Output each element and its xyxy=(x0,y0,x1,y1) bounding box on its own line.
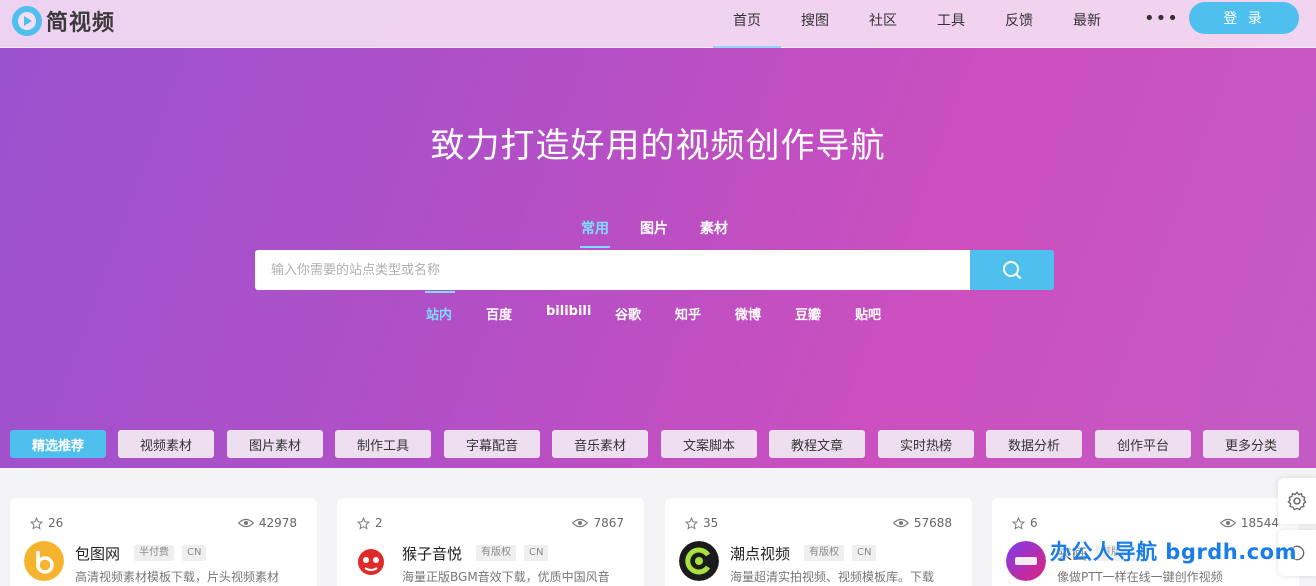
tag-badge: CN xyxy=(182,545,207,561)
favorite-count[interactable]: 2 xyxy=(357,516,383,530)
eye-icon xyxy=(572,518,589,528)
view-count: 18544 xyxy=(1219,516,1279,530)
nav-active-indicator xyxy=(713,46,781,48)
category-featured[interactable]: 精选推荐 xyxy=(10,430,106,458)
tag-badge: 有版权 xyxy=(476,545,516,561)
site-logo-image xyxy=(1006,541,1046,581)
engine-douban[interactable]: 豆瓣 xyxy=(795,304,821,323)
eye-icon xyxy=(892,518,909,528)
engine-baidu[interactable]: 百度 xyxy=(486,304,512,323)
tag-badge: CN xyxy=(852,545,877,561)
favorite-count[interactable]: 6 xyxy=(1012,516,1038,530)
settings-button[interactable] xyxy=(1278,478,1316,524)
site-name: 简视频 xyxy=(46,11,116,36)
tag-badge: CN xyxy=(524,545,549,561)
engine-tieba[interactable]: 贴吧 xyxy=(855,304,881,323)
tag-badge: 有版权 xyxy=(804,545,844,561)
hero-slogan: 致力打造好用的视频创作导航 xyxy=(430,126,886,166)
site-logo[interactable]: 简视频 xyxy=(10,4,115,38)
view-count: 42978 xyxy=(237,516,297,530)
category-data-analysis[interactable]: 数据分析 xyxy=(986,430,1082,458)
view-count: 7867 xyxy=(572,516,624,530)
category-more[interactable]: 更多分类 xyxy=(1203,430,1299,458)
site-card[interactable]: 26 42978 包图网 半付费 CN 高清视频素材模板下载，片头视频素材 xyxy=(10,498,317,586)
engine-bilibili[interactable]: bilibili xyxy=(546,304,591,319)
site-card[interactable]: 2 7867 猴子音悦 有版权 CN 海量正版BGM音效下载，优质中国风音 xyxy=(337,498,644,586)
favorite-count[interactable]: 26 xyxy=(30,516,63,530)
category-image-assets[interactable]: 图片素材 xyxy=(227,430,323,458)
search-button[interactable] xyxy=(970,250,1054,290)
site-card[interactable]: 35 57688 潮点视频 有版权 CN 海量超清实拍视频、视频模板库。下载 xyxy=(665,498,972,586)
category-trending[interactable]: 实时热榜 xyxy=(878,430,974,458)
search-tab-images[interactable]: 图片 xyxy=(640,218,668,238)
site-name: 潮点视频 xyxy=(730,545,791,563)
category-subtitles-dubbing[interactable]: 字幕配音 xyxy=(444,430,540,458)
watermark-text: 办公人导航 bgrdh.com xyxy=(1050,540,1297,564)
nav-image-search[interactable]: 搜图 xyxy=(801,10,829,30)
category-creator-platforms[interactable]: 创作平台 xyxy=(1095,430,1191,458)
nav-community[interactable]: 社区 xyxy=(869,10,897,30)
star-icon xyxy=(1012,516,1025,530)
engine-underline xyxy=(425,291,455,293)
view-count: 57688 xyxy=(892,516,952,530)
category-production-tools[interactable]: 制作工具 xyxy=(335,430,431,458)
search-tab-common[interactable]: 常用 xyxy=(581,218,609,238)
star-icon xyxy=(357,516,370,530)
site-logo-image xyxy=(679,541,719,581)
engine-google[interactable]: 谷歌 xyxy=(615,304,641,323)
nav-latest[interactable]: 最新 xyxy=(1073,10,1101,30)
category-video-assets[interactable]: 视频素材 xyxy=(118,430,214,458)
eye-icon xyxy=(237,518,254,528)
engine-weibo[interactable]: 微博 xyxy=(735,304,761,323)
category-copywriting[interactable]: 文案脚本 xyxy=(661,430,757,458)
search-tab-underline xyxy=(580,246,610,248)
search-tab-assets[interactable]: 素材 xyxy=(700,218,728,238)
engine-site[interactable]: 站内 xyxy=(426,304,452,323)
category-tutorials[interactable]: 教程文章 xyxy=(769,430,865,458)
nav-tools[interactable]: 工具 xyxy=(937,10,965,30)
category-music-assets[interactable]: 音乐素材 xyxy=(552,430,648,458)
site-logo-image xyxy=(351,541,391,581)
eye-icon xyxy=(1219,518,1236,528)
site-description: 海量正版BGM音效下载，优质中国风音 xyxy=(402,570,610,584)
tag-badge: 半付费 xyxy=(134,545,174,561)
site-description: 高清视频素材模板下载，片头视频素材 xyxy=(75,570,280,584)
engine-zhihu[interactable]: 知乎 xyxy=(675,304,701,323)
site-name: 猴子音悦 xyxy=(402,545,463,563)
site-description: 海量超清实拍视频、视频模板库。下载 xyxy=(730,570,935,584)
nav-home[interactable]: 首页 xyxy=(733,10,761,30)
search-icon xyxy=(1003,261,1021,279)
gear-icon xyxy=(1287,491,1307,511)
search-input[interactable] xyxy=(255,250,971,290)
more-menu-icon[interactable]: ••• xyxy=(1144,8,1179,29)
favorite-count[interactable]: 35 xyxy=(685,516,718,530)
site-name: 包图网 xyxy=(75,545,121,563)
star-icon xyxy=(30,516,43,530)
site-description: 像做PTT一样在线一键创作视频 xyxy=(1057,570,1223,584)
site-logo-image xyxy=(24,541,64,581)
nav-feedback[interactable]: 反馈 xyxy=(1005,10,1033,30)
login-button[interactable]: 登 录 xyxy=(1189,2,1299,34)
play-logo-icon xyxy=(12,6,42,36)
star-icon xyxy=(685,516,698,530)
top-navbar: 简视频 首页 搜图 社区 工具 反馈 最新 ••• 登 录 xyxy=(0,0,1316,48)
